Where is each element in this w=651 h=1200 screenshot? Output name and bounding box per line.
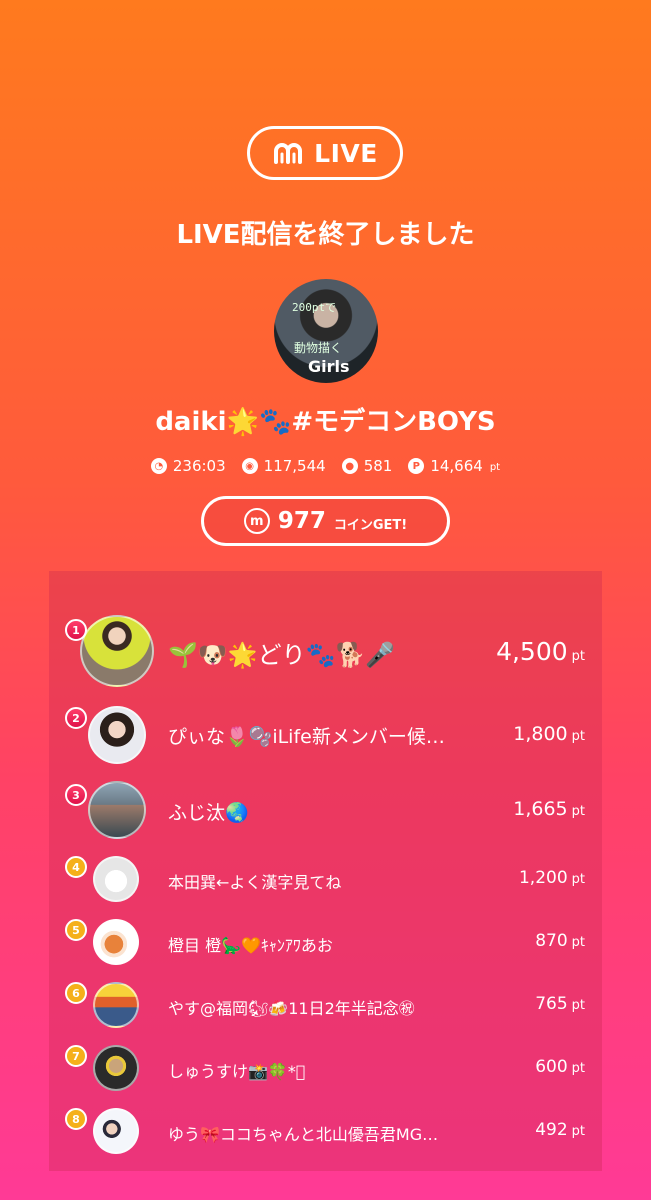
stat-duration: ◔ 236:03 xyxy=(150,457,226,475)
supporter-name: やす@福岡🐿🍻11日2年半記念㊗ xyxy=(168,999,415,1018)
clock-icon: ◔ xyxy=(150,458,167,474)
supporter-name: ぴぃな🌷🫧iLife新メンバー候… xyxy=(168,726,445,748)
coins-earned-badge: m 977 コインGET! xyxy=(201,496,450,546)
brand-logo: LIVE xyxy=(247,126,403,180)
ranking-row[interactable]: 3 ふじ汰🌏 1,665 pt xyxy=(49,781,602,839)
avatar-caption-1: 200ptで xyxy=(292,301,337,314)
coins-value: 977 xyxy=(277,508,326,534)
rank-badge: 8 xyxy=(65,1108,87,1130)
supporter-name: ゆう🎀ココちゃんと北山優吾君MG… xyxy=(168,1125,439,1144)
avatar xyxy=(93,982,139,1028)
ranking-row[interactable]: 8 ゆう🎀ココちゃんと北山優吾君MG… 492 pt xyxy=(49,1108,602,1154)
streamer-avatar[interactable]: 200ptで 動物描く Girls xyxy=(274,279,378,383)
comment-icon: ● xyxy=(341,458,358,474)
stat-value: 14,664 xyxy=(430,457,483,475)
avatar xyxy=(93,919,139,965)
ranking-row[interactable]: 1 🌱🐶🌟どり🐾🐕🎤 4,500 pt xyxy=(49,615,602,687)
rank-badge: 2 xyxy=(65,707,87,729)
coins-label: コインGET! xyxy=(333,517,408,533)
supporter-points: 4,500 pt xyxy=(496,637,585,666)
supporter-points: 1,800 pt xyxy=(513,723,585,745)
avatar xyxy=(93,1045,139,1091)
avatar-caption-2: 動物描く xyxy=(294,341,343,355)
supporter-points: 600 pt xyxy=(535,1057,585,1077)
stat-viewers: ◉ 117,544 xyxy=(241,457,326,475)
supporter-ranking: 1 🌱🐶🌟どり🐾🐕🎤 4,500 pt 2 ぴぃな🌷🫧iLife新メンバー候… 1… xyxy=(49,571,602,1171)
m-logo-icon xyxy=(274,143,303,164)
brand-label: LIVE xyxy=(314,138,378,168)
page-title: LIVE配信を終了しました xyxy=(176,220,475,250)
supporter-points: 1,200 pt xyxy=(518,868,585,888)
viewers-icon: ◉ xyxy=(241,458,258,474)
avatar xyxy=(80,615,154,687)
points-icon: P xyxy=(408,458,425,474)
coin-icon: m xyxy=(243,508,270,534)
ranking-row[interactable]: 4 本田巽←よく漢字見てね 1,200 pt xyxy=(49,856,602,902)
stat-value: 117,544 xyxy=(263,457,326,475)
supporter-points: 1,665 pt xyxy=(513,798,585,820)
stat-value: 236:03 xyxy=(172,457,226,475)
supporter-name: しゅうすけ📸🍀*ﾟ xyxy=(168,1062,306,1081)
rank-badge: 4 xyxy=(65,856,87,878)
avatar xyxy=(93,1108,139,1154)
rank-badge: 6 xyxy=(65,982,87,1004)
ranking-row[interactable]: 6 やす@福岡🐿🍻11日2年半記念㊗ 765 pt xyxy=(49,982,602,1028)
stat-unit: pt xyxy=(489,462,501,473)
ranking-row[interactable]: 7 しゅうすけ📸🍀*ﾟ 600 pt xyxy=(49,1045,602,1091)
rank-badge: 5 xyxy=(65,919,87,941)
supporter-name: ふじ汰🌏 xyxy=(168,802,249,824)
streamer-name[interactable]: daiki🌟🐾#モデコンBOYS xyxy=(0,401,651,438)
avatar xyxy=(88,706,146,764)
rank-badge: 7 xyxy=(65,1045,87,1067)
ranking-row[interactable]: 2 ぴぃな🌷🫧iLife新メンバー候… 1,800 pt xyxy=(49,706,602,764)
supporter-points: 492 pt xyxy=(535,1120,585,1140)
supporter-points: 765 pt xyxy=(535,994,585,1014)
stat-value: 581 xyxy=(363,457,393,475)
stat-comments: ● 581 xyxy=(341,457,393,475)
rank-badge: 3 xyxy=(65,784,87,806)
ranking-row[interactable]: 5 橙目 橙🦕🧡ｷｬﾝｱﾜあお 870 pt xyxy=(49,919,602,965)
avatar xyxy=(93,856,139,902)
stat-points: P 14,664 pt xyxy=(408,457,500,475)
supporter-name: 本田巽←よく漢字見てね xyxy=(168,873,342,892)
rank-badge: 1 xyxy=(65,619,87,641)
supporter-name: 橙目 橙🦕🧡ｷｬﾝｱﾜあお xyxy=(168,936,333,955)
avatar xyxy=(88,781,146,839)
avatar-caption-3: Girls xyxy=(308,357,350,376)
stream-stats: ◔ 236:03 ◉ 117,544 ● 581 P 14,664 pt xyxy=(0,457,651,475)
supporter-points: 870 pt xyxy=(535,931,585,951)
supporter-name: 🌱🐶🌟どり🐾🐕🎤 xyxy=(168,641,396,669)
